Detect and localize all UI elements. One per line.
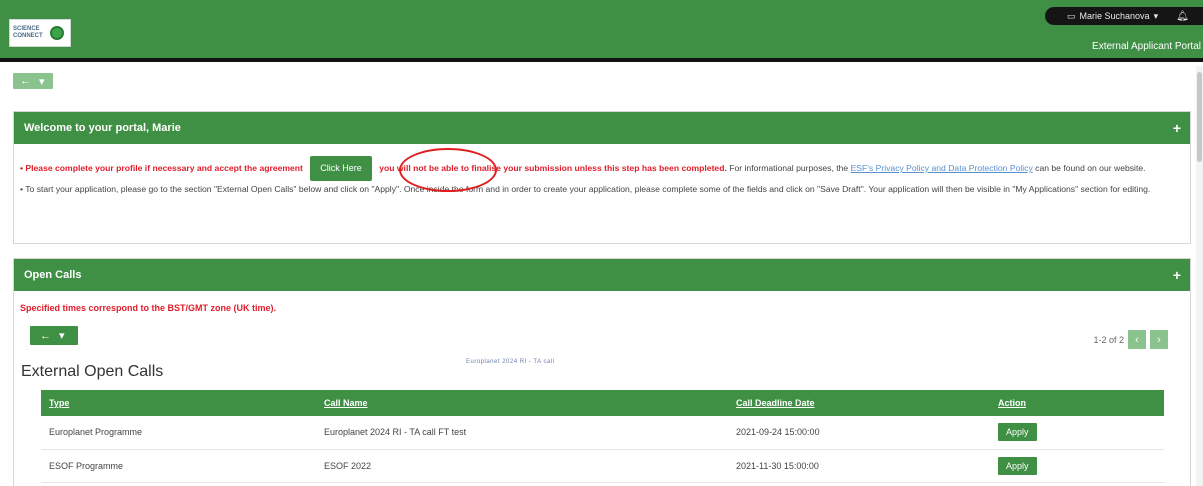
bullet-icon: • — [20, 162, 24, 173]
open-calls-header[interactable]: Open Calls + — [14, 259, 1190, 291]
chevron-down-icon: ▾ — [59, 330, 65, 342]
call-type: ESOF Programme — [41, 449, 324, 483]
column-deadline[interactable]: Call Deadline Date — [736, 390, 998, 416]
column-action[interactable]: Action — [998, 390, 1164, 416]
call-type: Europlanet Programme — [41, 416, 324, 450]
call-action: Apply — [998, 449, 1164, 483]
external-open-calls-title: External Open Calls — [21, 363, 164, 380]
column-type[interactable]: Type — [41, 390, 324, 416]
call-name: Europlanet 2024 RI - TA call FT test — [324, 416, 736, 450]
open-calls-title: Open Calls — [24, 269, 82, 281]
plus-icon[interactable]: + — [1173, 120, 1181, 136]
calls-back-nav-button[interactable]: ← ▾ — [30, 326, 78, 345]
calls-table: Type Call Name Call Deadline Date Action… — [41, 390, 1164, 483]
page-scrollbar[interactable] — [1196, 66, 1203, 486]
science-connect-logo[interactable]: SCIENCE CONNECT — [9, 19, 71, 47]
call-action: Apply — [998, 416, 1164, 450]
table-header-row: Type Call Name Call Deadline Date Action — [41, 390, 1164, 416]
call-deadline: 2021-11-30 15:00:00 — [736, 449, 998, 483]
top-header: SCIENCE CONNECT ▭ Marie Suchanova ▾ 🔔︎ E… — [0, 0, 1203, 62]
call-name: ESOF 2022 — [324, 449, 736, 483]
chevron-down-icon: ▾ — [39, 75, 45, 88]
welcome-bullet-profile: • Please complete your profile if necess… — [20, 156, 1184, 181]
call-deadline: 2021-09-24 15:00:00 — [736, 416, 998, 450]
plus-icon[interactable]: + — [1173, 267, 1181, 283]
arrow-left-icon: ← — [20, 75, 31, 87]
previous-page-button[interactable]: ‹ — [1128, 330, 1146, 349]
bell-icon[interactable]: 🔔︎ — [1176, 11, 1189, 22]
instructions-text: To start your application, please go to … — [25, 184, 1151, 194]
welcome-bullet-instructions: • To start your application, please go t… — [20, 181, 1184, 198]
pagination-count: 1-2 of 2 — [1093, 334, 1124, 345]
arrow-left-icon: ← — [40, 329, 51, 342]
monitor-icon: ▭ — [1067, 10, 1076, 21]
pagination: 1-2 of 2 ‹ › — [1093, 330, 1168, 349]
user-menu[interactable]: ▭ Marie Suchanova ▾ 🔔︎ — [1045, 7, 1203, 25]
info-text-tail: can be found on our website. — [1035, 162, 1146, 173]
welcome-panel: Welcome to your portal, Marie + • Please… — [13, 111, 1191, 244]
table-row: ESOF Programme ESOF 2022 2021-11-30 15:0… — [41, 449, 1164, 483]
user-name: Marie Suchanova — [1079, 11, 1150, 21]
apply-button[interactable]: Apply — [998, 423, 1037, 442]
apply-button[interactable]: Apply — [998, 456, 1037, 475]
bullet-icon: • — [20, 184, 24, 194]
back-nav-button[interactable]: ← ▾ — [13, 73, 53, 89]
info-text: For informational purposes, the — [729, 162, 849, 173]
column-call-name[interactable]: Call Name — [324, 390, 736, 416]
profile-alert-text: Please complete your profile if necessar… — [25, 162, 303, 173]
welcome-body: • Please complete your profile if necess… — [14, 144, 1190, 198]
privacy-policy-link[interactable]: ESF's Privacy Policy and Data Protection… — [851, 163, 1033, 173]
chevron-down-icon: ▾ — [1153, 10, 1159, 21]
scrollbar-thumb[interactable] — [1197, 72, 1202, 162]
welcome-panel-header[interactable]: Welcome to your portal, Marie + — [14, 112, 1190, 144]
overlay-text: Europlanet 2024 RI - TA call — [466, 359, 555, 365]
next-page-button[interactable]: › — [1150, 330, 1168, 349]
portal-label: External Applicant Portal — [1092, 41, 1201, 52]
table-row: Europlanet Programme Europlanet 2024 RI … — [41, 416, 1164, 450]
timezone-note: Specified times correspond to the BST/GM… — [20, 303, 277, 313]
click-here-button[interactable]: Click Here — [310, 156, 372, 181]
highlight-circle — [399, 148, 497, 192]
open-calls-panel: Open Calls + Specified times correspond … — [13, 258, 1191, 486]
logo-mark-icon — [50, 26, 64, 40]
welcome-title: Welcome to your portal, Marie — [24, 122, 181, 134]
logo-text: SCIENCE CONNECT — [13, 26, 43, 39]
